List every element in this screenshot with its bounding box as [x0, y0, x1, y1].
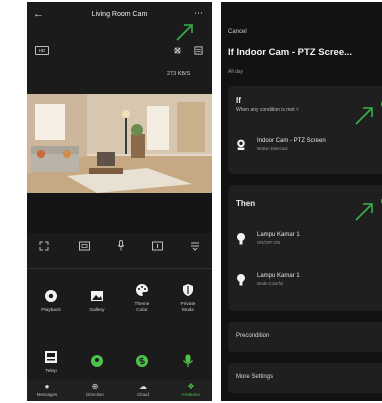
action-status: Mode:Colorful [257, 281, 284, 286]
if-card: If When any condition is met ˅ Indoor Ca… [228, 86, 382, 174]
schedule-label[interactable]: All day [228, 69, 243, 75]
tab-cloud[interactable]: ☁ Cloud [126, 382, 160, 398]
tab-features[interactable]: ❖ Features [174, 382, 208, 398]
cancel-button[interactable]: Cancel [228, 29, 247, 35]
feature-label: Private Mode [180, 302, 196, 313]
feature-label: Gallery [89, 308, 105, 313]
stream-speed: 273 KB/S [167, 71, 191, 77]
camera-title: Living Room Cam [91, 11, 148, 18]
automation-title: If Indoor Cam - PTZ Scree... [228, 47, 353, 58]
light-bulb-icon [237, 274, 245, 286]
record-icon[interactable] [152, 241, 163, 251]
condition-mode[interactable]: When any condition is met ˅ [236, 107, 299, 113]
action-status: ON/OFF:ON [257, 240, 281, 245]
feature-private-mode[interactable]: Private Mode [168, 283, 208, 314]
more-settings-row[interactable]: More Settings [228, 363, 382, 393]
annotation-arrow [355, 107, 373, 125]
annotation-arrow [355, 203, 373, 221]
camera-device-icon [237, 139, 245, 150]
connection-icon[interactable] [173, 46, 182, 55]
feature-label: Playback [41, 308, 61, 313]
privacy-icon [183, 284, 193, 296]
video-letterbox [27, 193, 212, 233]
tab-direction[interactable]: ⊕ Direction [78, 382, 112, 398]
feature-playback[interactable]: Playback [31, 289, 71, 314]
bell-icon: ● [44, 382, 50, 391]
action-device-name: Lampu Kamar 1 [257, 273, 300, 279]
precondition-label: Precondition [236, 333, 270, 339]
microphone-icon[interactable] [117, 240, 125, 251]
telephone-icon [45, 351, 57, 363]
palette-icon [136, 284, 148, 296]
gallery-icon [91, 291, 103, 301]
bottom-tab-bar: ● Messages ⊕ Direction ☁ Cloud ❖ Feature… [27, 380, 212, 401]
if-heading: If [236, 96, 241, 105]
location-green-icon[interactable] [90, 354, 104, 368]
precondition-row[interactable]: Precondition [228, 322, 382, 352]
room-scene-image [27, 94, 212, 193]
screenshot-icon[interactable] [79, 241, 90, 251]
dollar-green-icon[interactable] [135, 354, 149, 368]
device-status: Motion Detected [257, 146, 288, 151]
light-bulb-icon [237, 233, 245, 245]
list-menu-icon[interactable] [194, 46, 203, 55]
fullscreen-icon[interactable] [39, 241, 49, 251]
more-options-icon[interactable]: ⋯ [194, 8, 204, 19]
action-device-name: Lampu Kamar 1 [257, 232, 300, 238]
section-divider [27, 268, 212, 269]
feature-theme-color[interactable]: Theme Color [122, 283, 162, 314]
feature-telephone[interactable]: Telep [31, 350, 71, 375]
feature-gallery[interactable]: Gallery [77, 289, 117, 314]
then-heading: Then [236, 199, 256, 208]
features-icon: ❖ [187, 382, 195, 391]
more-settings-label: More Settings [236, 374, 274, 380]
live-video-feed[interactable] [27, 94, 212, 193]
mic-green-icon[interactable] [182, 354, 194, 368]
collapse-icon[interactable] [190, 241, 200, 251]
playback-icon [45, 290, 57, 302]
video-controls [27, 238, 212, 258]
annotation-arrow [176, 24, 193, 41]
direction-icon: ⊕ [91, 382, 99, 391]
feature-label: Telep [45, 369, 57, 374]
tab-messages[interactable]: ● Messages [30, 382, 64, 398]
camera-screen: ← Living Room Cam ⋯ HD 273 KB/S Playback… [27, 2, 212, 401]
cloud-icon: ☁ [139, 382, 147, 391]
device-name: Indoor Cam - PTZ Screen [257, 138, 326, 144]
hd-quality-badge[interactable]: HD [35, 46, 49, 55]
feature-label: Theme Color [134, 302, 150, 313]
